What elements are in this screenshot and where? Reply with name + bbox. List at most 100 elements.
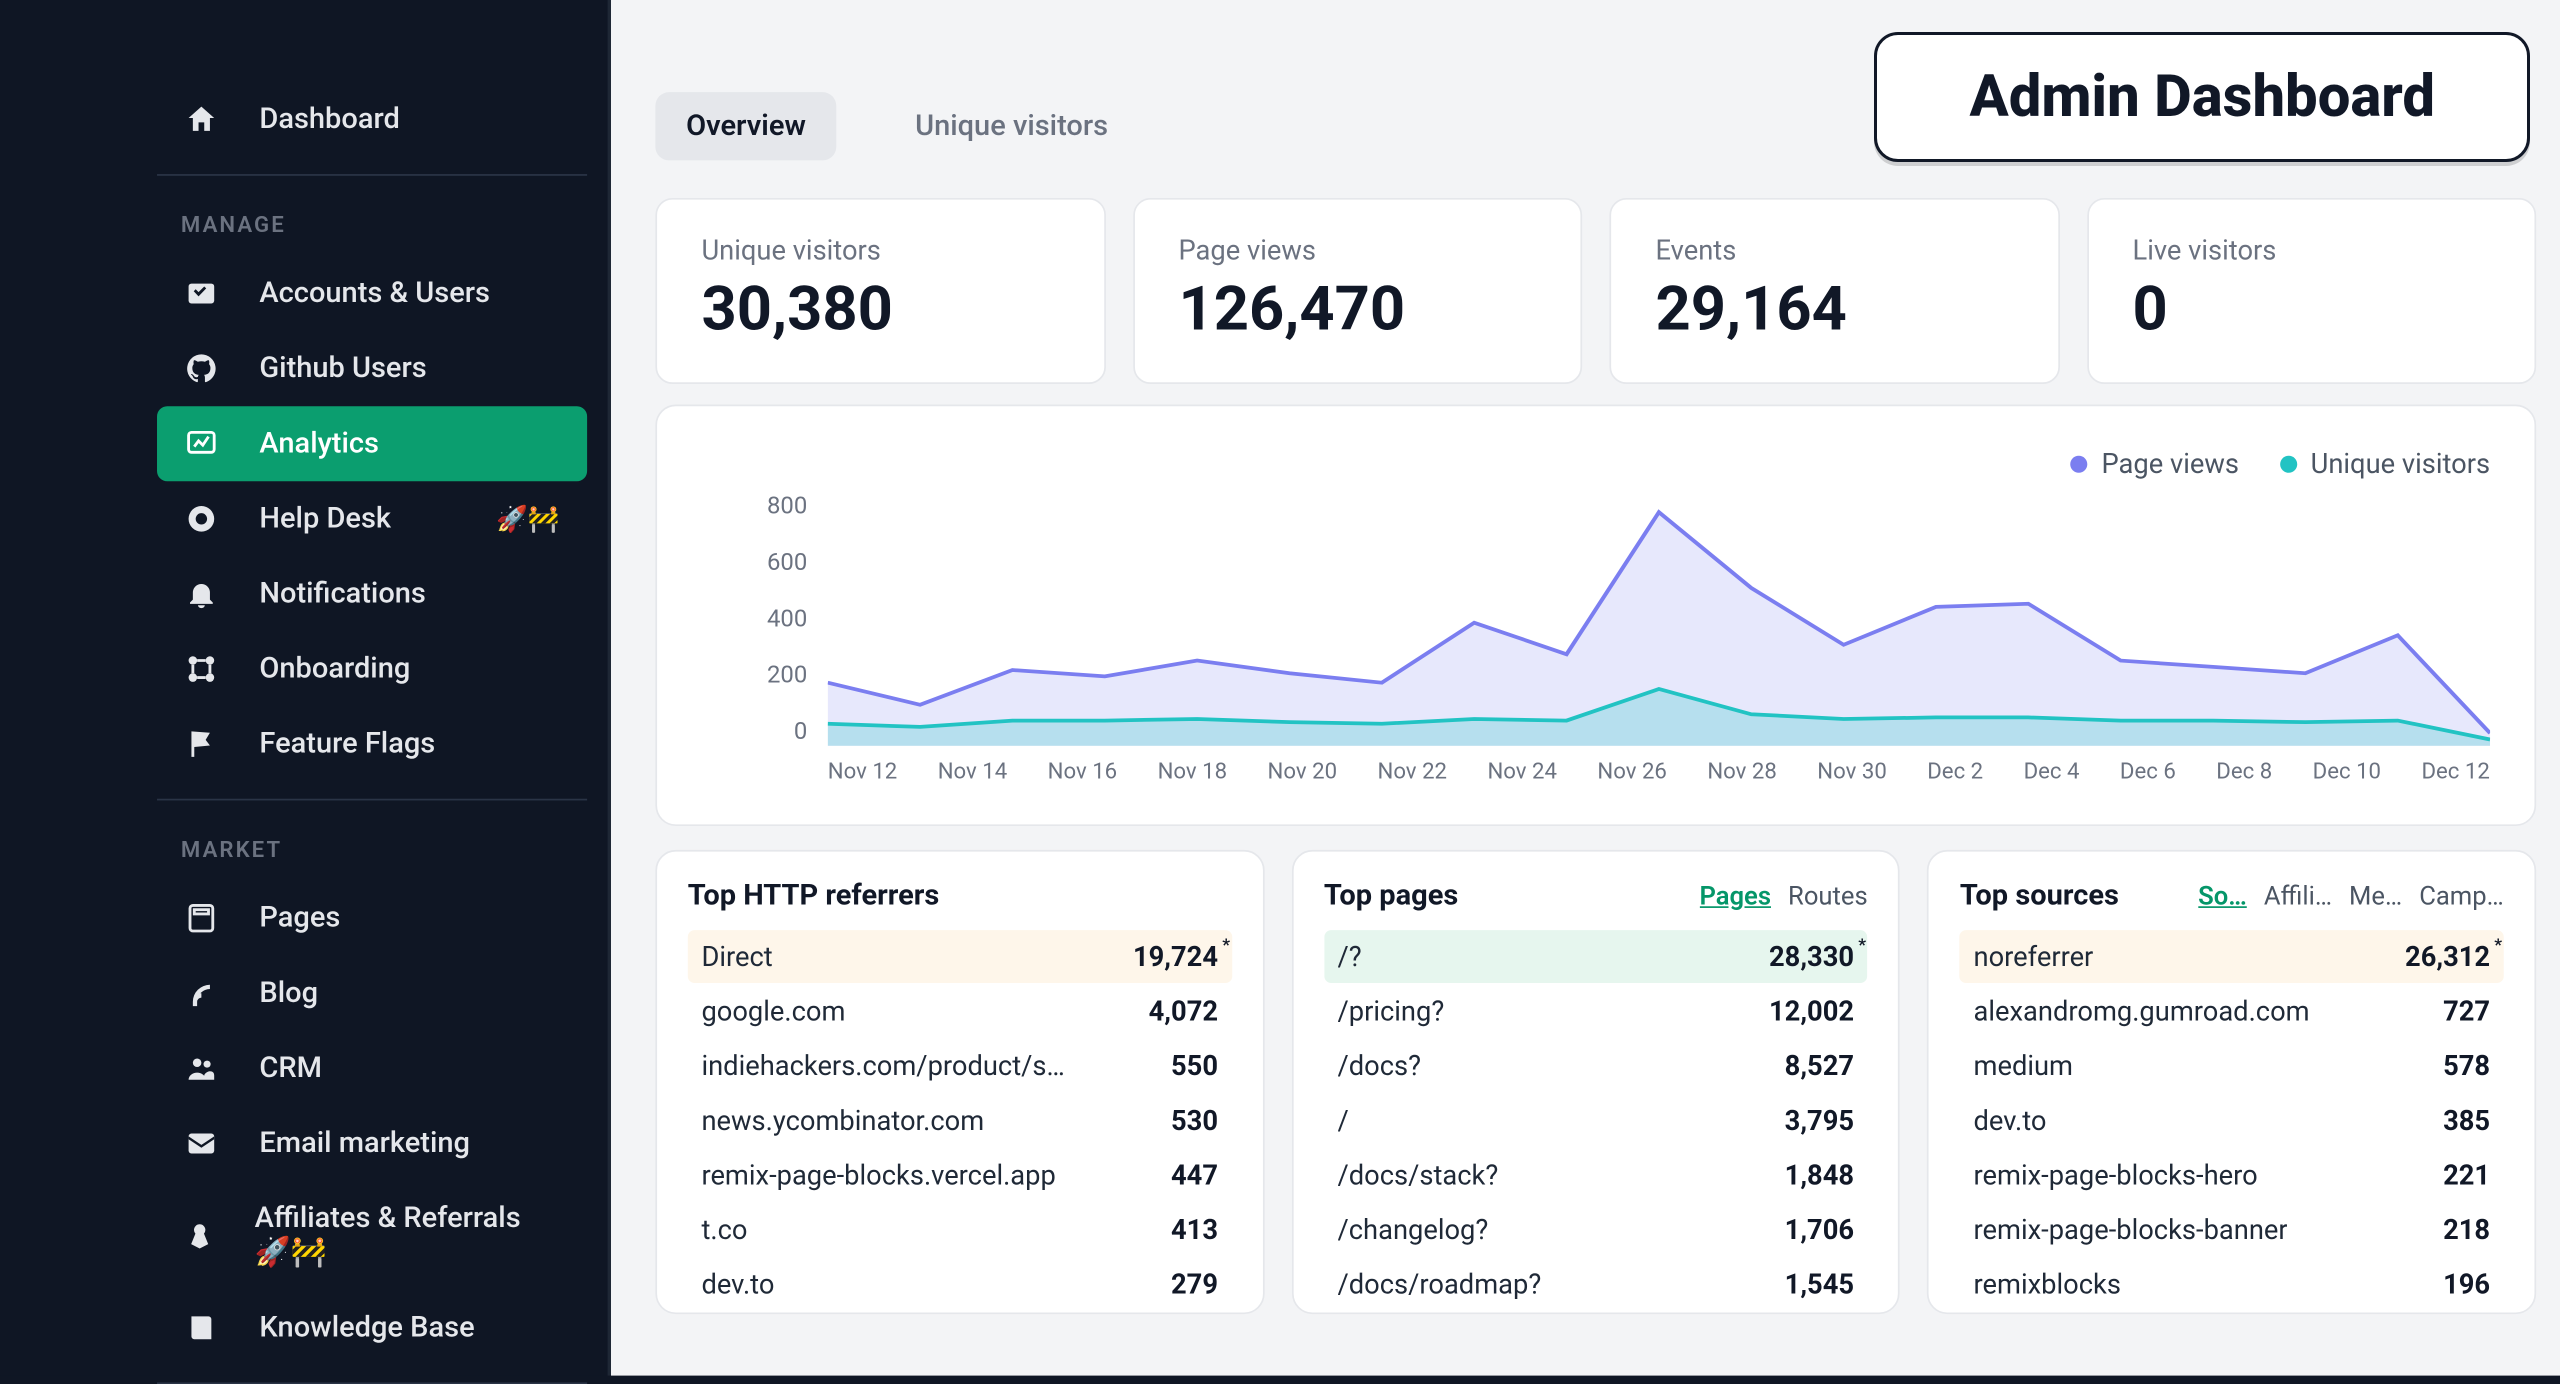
sidebar-item-github[interactable]: Github Users xyxy=(157,331,587,406)
row-value: 385 xyxy=(2443,1104,2490,1136)
panel-tab[interactable]: Me… xyxy=(2349,881,2402,912)
row-name: noreferrer xyxy=(1974,940,2094,972)
table-row[interactable]: remix-page-blocks-banner 218 xyxy=(1960,1203,2504,1256)
panel-header: Top pages Pages Routes xyxy=(1324,879,1868,913)
panels-row: Top HTTP referrersDirect 19,724google.co… xyxy=(655,850,2536,1314)
panel-tab[interactable]: Routes xyxy=(1788,881,1868,912)
sidebar-item-flags[interactable]: Feature Flags xyxy=(157,707,587,782)
panel-tab[interactable]: Camp… xyxy=(2419,881,2504,912)
x-tick: Nov 20 xyxy=(1268,759,1338,800)
affiliates-icon xyxy=(181,1219,217,1253)
sidebar-item-pages[interactable]: Pages xyxy=(157,881,587,956)
table-row[interactable]: medium 578 xyxy=(1960,1039,2504,1092)
y-tick: 0 xyxy=(701,719,807,746)
row-name: t.co xyxy=(701,1213,747,1245)
sidebar-item-label: Affiliates & Referrals 🚀🚧 xyxy=(255,1202,560,1270)
row-value: 221 xyxy=(2443,1159,2490,1191)
row-name: Direct xyxy=(701,940,772,972)
legend-dot-icon xyxy=(2280,455,2297,472)
table-row[interactable]: dev.to 279 xyxy=(688,1258,1232,1311)
sidebar-item-blog[interactable]: Blog xyxy=(157,956,587,1031)
row-name: medium xyxy=(1974,1050,2073,1082)
table-row[interactable]: /docs? 8,527 xyxy=(1324,1039,1868,1092)
table-row[interactable]: /docs/roadmap? 1,545 xyxy=(1324,1258,1868,1311)
legend-item[interactable]: Page views xyxy=(2071,447,2239,479)
table-row[interactable]: remix-page-blocks-hero 221 xyxy=(1960,1149,2504,1202)
panel-tabs: So… Affili… Me… Camp… xyxy=(2198,881,2504,912)
row-value: 12,002 xyxy=(1769,995,1854,1027)
sidebar-item-label: Feature Flags xyxy=(259,727,435,761)
table-row[interactable]: Direct 19,724 xyxy=(688,930,1232,983)
row-value: 1,848 xyxy=(1785,1159,1854,1191)
panel-tab[interactable]: So… xyxy=(2198,881,2247,912)
sidebar-item-label: Help Desk xyxy=(259,502,391,536)
x-tick: Nov 24 xyxy=(1487,759,1557,800)
legend-item[interactable]: Unique visitors xyxy=(2280,447,2490,479)
onboarding-icon xyxy=(181,652,222,686)
sidebar-item-label: Pages xyxy=(259,901,340,935)
stat-card: Events 29,164 xyxy=(1609,198,2059,384)
table-row[interactable]: /changelog? 1,706 xyxy=(1324,1203,1868,1256)
table-row[interactable]: alexandromg.gumroad.com 727 xyxy=(1960,985,2504,1038)
table-row[interactable]: news.ycombinator.com 530 xyxy=(688,1094,1232,1147)
sidebar-item-kb[interactable]: Knowledge Base xyxy=(157,1290,587,1365)
panel-title: Top pages xyxy=(1324,879,1458,913)
panel-title: Top HTTP referrers xyxy=(688,879,940,913)
stat-value: 29,164 xyxy=(1655,273,2013,345)
main-content: OverviewUnique visitors Unique visitors … xyxy=(611,0,2560,1376)
tab-unique-visitors[interactable]: Unique visitors xyxy=(884,92,1138,160)
sidebar-item-analytics[interactable]: Analytics xyxy=(157,406,587,481)
accounts-icon xyxy=(181,276,222,310)
sidebar-item-crm[interactable]: CRM xyxy=(157,1031,587,1106)
sidebar-item-label: Knowledge Base xyxy=(259,1311,474,1345)
row-name: news.ycombinator.com xyxy=(701,1104,984,1136)
row-value: 1,706 xyxy=(1785,1213,1854,1245)
row-name: /docs/roadmap? xyxy=(1337,1268,1541,1300)
sidebar-item-onboarding[interactable]: Onboarding xyxy=(157,631,587,706)
table-row[interactable]: google.com 4,072 xyxy=(688,985,1232,1038)
table-row[interactable]: noreferrer 26,312 xyxy=(1960,930,2504,983)
table-row[interactable]: remixblocks 196 xyxy=(1960,1258,2504,1311)
chart-legend: Page views Unique visitors xyxy=(701,447,2490,479)
table-row[interactable]: t.co 413 xyxy=(688,1203,1232,1256)
sidebar-item-helpdesk[interactable]: Help Desk 🚀🚧 xyxy=(157,481,587,556)
row-value: 727 xyxy=(2443,995,2490,1027)
sidebar-item-label: Github Users xyxy=(259,352,426,386)
row-name: remix-page-blocks-hero xyxy=(1974,1159,2258,1191)
row-name: /? xyxy=(1337,940,1361,972)
sidebar-item-label: Notifications xyxy=(259,577,425,611)
sidebar-section-heading: MANAGE xyxy=(157,176,608,256)
stat-value: 0 xyxy=(2133,273,2491,345)
table-row[interactable]: /pricing? 12,002 xyxy=(1324,985,1868,1038)
stat-value: 30,380 xyxy=(701,273,1059,345)
panel-tab[interactable]: Pages xyxy=(1699,881,1771,912)
blog-icon xyxy=(181,976,222,1010)
row-value: 26,312 xyxy=(2405,940,2490,972)
sidebar-item-affiliates[interactable]: Affiliates & Referrals 🚀🚧 xyxy=(157,1181,587,1290)
x-tick: Nov 26 xyxy=(1597,759,1667,800)
table-row[interactable]: /? 28,330 xyxy=(1324,930,1868,983)
table-row[interactable]: /docs/stack? 1,848 xyxy=(1324,1149,1868,1202)
y-tick: 200 xyxy=(701,662,807,689)
stat-label: Live visitors xyxy=(2133,234,2491,266)
table-row[interactable]: / 3,795 xyxy=(1324,1094,1868,1147)
row-name: /changelog? xyxy=(1337,1213,1488,1245)
panel-header: Top HTTP referrers xyxy=(688,879,1232,913)
table-row[interactable]: dev.to 385 xyxy=(1960,1094,2504,1147)
sidebar-item-email[interactable]: Email marketing xyxy=(157,1106,587,1181)
legend-label: Unique visitors xyxy=(2311,447,2490,479)
row-name: remix-page-blocks-banner xyxy=(1974,1213,2288,1245)
x-tick: Dec 6 xyxy=(2120,759,2176,800)
row-name: google.com xyxy=(701,995,845,1027)
tab-overview[interactable]: Overview xyxy=(655,92,836,160)
panel-tab[interactable]: Affili… xyxy=(2264,881,2332,912)
panel-title: Top sources xyxy=(1960,879,2119,913)
sidebar-item-label: Blog xyxy=(259,976,318,1010)
sidebar-item-notifications[interactable]: Notifications xyxy=(157,556,587,631)
sidebar-item-dashboard[interactable]: Dashboard xyxy=(157,82,587,157)
sidebar-item-label: Dashboard xyxy=(259,102,399,136)
table-row[interactable]: indiehackers.com/product/saa 550 xyxy=(688,1039,1232,1092)
sidebar-item-accounts[interactable]: Accounts & Users xyxy=(157,256,587,331)
table-row[interactable]: remix-page-blocks.vercel.app 447 xyxy=(688,1149,1232,1202)
row-value: 279 xyxy=(1171,1268,1218,1300)
